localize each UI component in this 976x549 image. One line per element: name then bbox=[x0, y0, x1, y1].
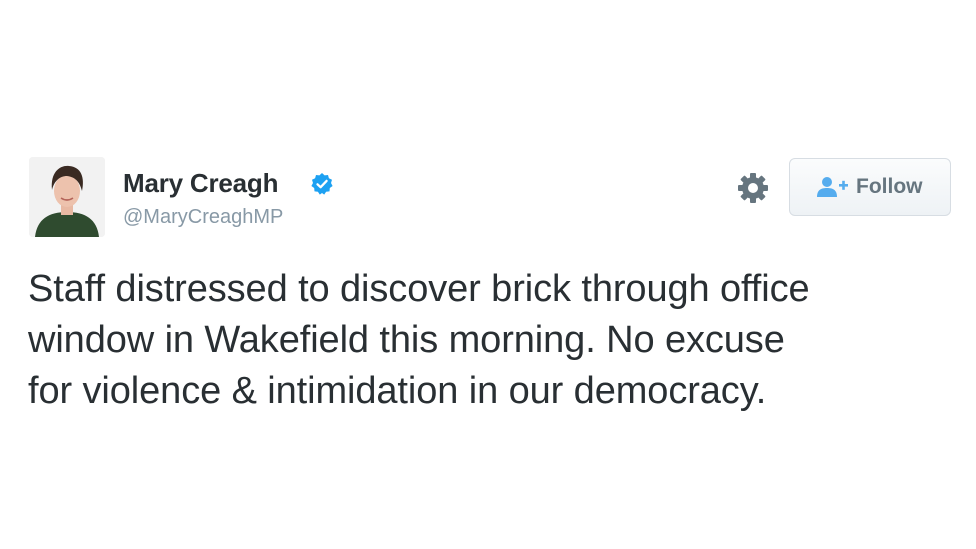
display-name[interactable]: Mary Creagh bbox=[123, 168, 279, 199]
follow-button-label: Follow bbox=[856, 175, 923, 198]
tweet-text: Staff distressed to discover brick throu… bbox=[28, 268, 810, 412]
gear-icon[interactable] bbox=[736, 171, 770, 205]
tweet-card: Mary Creagh @MaryCreaghMP Follow Staff d… bbox=[0, 0, 976, 549]
follow-button[interactable]: Follow bbox=[789, 158, 951, 216]
avatar-image bbox=[29, 157, 105, 237]
avatar[interactable] bbox=[29, 157, 105, 237]
verified-badge-icon bbox=[311, 173, 333, 195]
add-user-icon bbox=[817, 177, 848, 197]
user-handle[interactable]: @MaryCreaghMP bbox=[123, 206, 283, 229]
